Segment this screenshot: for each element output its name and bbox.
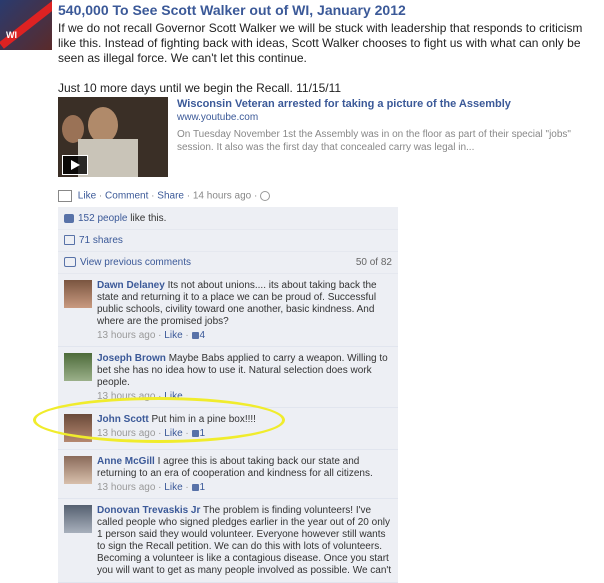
post-paragraph-1: If we do not recall Governor Scott Walke… bbox=[58, 21, 583, 65]
comment-time[interactable]: 13 hours ago bbox=[97, 330, 155, 341]
comment-like-link[interactable]: Like bbox=[164, 482, 182, 493]
highlight-circle bbox=[33, 397, 285, 443]
comment-like-count[interactable]: 4 bbox=[200, 330, 206, 341]
link-url[interactable]: www.youtube.com bbox=[177, 112, 258, 123]
comment-like-count[interactable]: 1 bbox=[200, 482, 206, 493]
avatar-logo-text: WI bbox=[6, 30, 17, 40]
avatar[interactable] bbox=[64, 505, 92, 533]
globe-icon bbox=[260, 191, 271, 201]
comment-like-link[interactable]: Like bbox=[164, 330, 182, 341]
commenter-name[interactable]: Joseph Brown bbox=[97, 353, 166, 364]
video-icon bbox=[58, 190, 72, 202]
share-link[interactable]: Share bbox=[157, 191, 184, 202]
video-thumbnail[interactable] bbox=[58, 97, 168, 177]
comment-count: 50 of 82 bbox=[355, 257, 392, 268]
comment-item: Donovan Trevaskis Jr The problem is find… bbox=[58, 499, 398, 583]
likes-count[interactable]: 152 people bbox=[78, 213, 128, 224]
share-icon bbox=[64, 235, 75, 246]
thumbs-up-icon bbox=[64, 213, 74, 223]
comment-item: Dawn Delaney Its not about unions.... it… bbox=[58, 274, 398, 347]
post-actions: Like · Comment · Share · 14 hours ago · bbox=[58, 190, 271, 202]
post-timestamp[interactable]: 14 hours ago bbox=[193, 191, 251, 202]
shares-row: 71 shares bbox=[58, 230, 398, 252]
avatar[interactable] bbox=[64, 456, 92, 484]
view-previous-row: View previous comments 50 of 82 bbox=[58, 252, 398, 274]
no-sign-stripe bbox=[0, 0, 52, 49]
commenter-name[interactable]: Dawn Delaney bbox=[97, 280, 165, 291]
thumbs-up-icon bbox=[191, 483, 199, 491]
play-icon[interactable] bbox=[62, 155, 88, 175]
link-description: On Tuesday November 1st the Assembly was… bbox=[177, 129, 571, 153]
like-link[interactable]: Like bbox=[78, 191, 96, 202]
avatar[interactable] bbox=[64, 353, 92, 381]
page-avatar[interactable]: WI bbox=[0, 0, 52, 50]
comment-time[interactable]: 13 hours ago bbox=[97, 482, 155, 493]
link-title[interactable]: Wisconsin Veteran arrested for taking a … bbox=[177, 98, 511, 110]
thumbs-up-icon bbox=[191, 331, 199, 339]
view-previous-comments[interactable]: View previous comments bbox=[80, 257, 191, 268]
commenter-name[interactable]: Anne McGill bbox=[97, 456, 155, 467]
likes-row: 152 people like this. bbox=[58, 207, 398, 230]
post-paragraph-2: Just 10 more days until we begin the Rec… bbox=[58, 81, 342, 95]
comment-item: Anne McGill I agree this is about taking… bbox=[58, 450, 398, 499]
comment-bubble-icon bbox=[64, 257, 76, 268]
commenter-name[interactable]: Donovan Trevaskis Jr bbox=[97, 505, 200, 516]
shares-link[interactable]: 71 shares bbox=[79, 235, 123, 246]
poster-name[interactable]: 540,000 To See Scott Walker out of WI, J… bbox=[58, 2, 406, 18]
avatar[interactable] bbox=[64, 280, 92, 308]
feedback-box: 152 people like this. 71 shares View pre… bbox=[58, 207, 398, 583]
comment-link[interactable]: Comment bbox=[105, 191, 148, 202]
